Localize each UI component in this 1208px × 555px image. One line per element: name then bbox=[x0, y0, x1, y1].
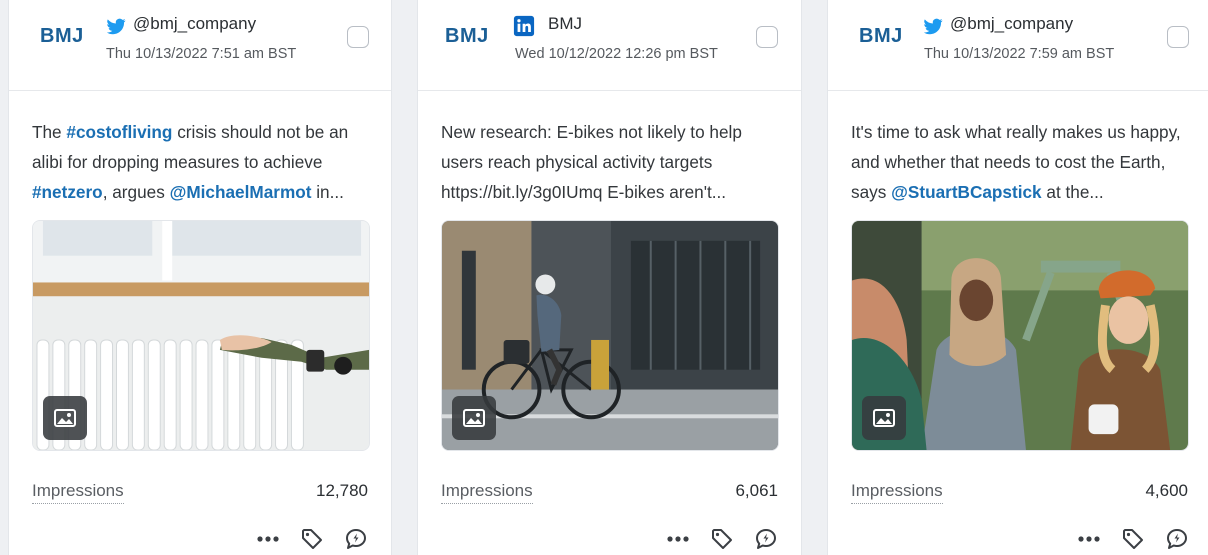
impressions-label: Impressions bbox=[441, 481, 533, 504]
linkedin-icon bbox=[513, 15, 535, 37]
impressions-label: Impressions bbox=[851, 481, 943, 504]
hashtag-link[interactable]: #netzero bbox=[32, 182, 103, 202]
post-image[interactable] bbox=[32, 220, 370, 451]
select-checkbox[interactable] bbox=[1167, 26, 1189, 48]
post-text: New research: E-bikes not likely to help… bbox=[441, 122, 742, 202]
post-image[interactable] bbox=[851, 220, 1189, 451]
post-header: BMJ BMJ Wed 10/12/2022 12:26 pm BST bbox=[418, 0, 801, 91]
post-header: BMJ @bmj_company Thu 10/13/2022 7:51 am … bbox=[9, 0, 391, 91]
account-handle[interactable]: BMJ bbox=[548, 14, 582, 34]
image-icon bbox=[862, 396, 906, 440]
post-actions bbox=[1076, 526, 1190, 552]
reply-icon[interactable] bbox=[753, 526, 779, 552]
mention-link[interactable]: @StuartBCapstick bbox=[891, 182, 1041, 202]
account-handle[interactable]: @bmj_company bbox=[950, 14, 1073, 34]
post-header: BMJ @bmj_company Thu 10/13/2022 7:59 am … bbox=[828, 0, 1208, 91]
post-actions bbox=[665, 526, 779, 552]
select-checkbox[interactable] bbox=[347, 26, 369, 48]
tag-icon[interactable] bbox=[299, 526, 325, 552]
post-text: The #costofliving crisis should not be a… bbox=[32, 122, 349, 202]
more-icon[interactable] bbox=[1076, 526, 1102, 552]
mention-link[interactable]: @MichaelMarmot bbox=[170, 182, 312, 202]
brand-logo: BMJ bbox=[859, 25, 903, 47]
post-card-2[interactable]: BMJ BMJ Wed 10/12/2022 12:26 pm BST New … bbox=[417, 0, 802, 555]
twitter-icon bbox=[922, 15, 944, 37]
post-text: It's time to ask what really makes us ha… bbox=[851, 122, 1181, 202]
brand-logo: BMJ bbox=[445, 25, 489, 47]
impressions-label: Impressions bbox=[32, 481, 124, 504]
brand-logo: BMJ bbox=[40, 25, 84, 47]
impressions-value: 4,600 bbox=[1145, 481, 1188, 500]
post-image[interactable] bbox=[441, 220, 779, 451]
post-actions bbox=[255, 526, 369, 552]
post-card-3[interactable]: BMJ @bmj_company Thu 10/13/2022 7:59 am … bbox=[827, 0, 1208, 555]
impressions-value: 6,061 bbox=[735, 481, 778, 500]
post-date: Thu 10/13/2022 7:51 am BST bbox=[106, 46, 297, 62]
select-checkbox[interactable] bbox=[756, 26, 778, 48]
post-card-1[interactable]: BMJ @bmj_company Thu 10/13/2022 7:51 am … bbox=[8, 0, 392, 555]
impressions-value: 12,780 bbox=[316, 481, 368, 500]
reply-icon[interactable] bbox=[1164, 526, 1190, 552]
hashtag-link[interactable]: #costofliving bbox=[66, 122, 172, 142]
more-icon[interactable] bbox=[665, 526, 691, 552]
reply-icon[interactable] bbox=[343, 526, 369, 552]
account-handle[interactable]: @bmj_company bbox=[133, 14, 256, 34]
image-icon bbox=[452, 396, 496, 440]
image-icon bbox=[43, 396, 87, 440]
tag-icon[interactable] bbox=[1120, 526, 1146, 552]
more-icon[interactable] bbox=[255, 526, 281, 552]
twitter-icon bbox=[105, 15, 127, 37]
tag-icon[interactable] bbox=[709, 526, 735, 552]
post-date: Wed 10/12/2022 12:26 pm BST bbox=[515, 46, 718, 62]
post-date: Thu 10/13/2022 7:59 am BST bbox=[924, 46, 1115, 62]
